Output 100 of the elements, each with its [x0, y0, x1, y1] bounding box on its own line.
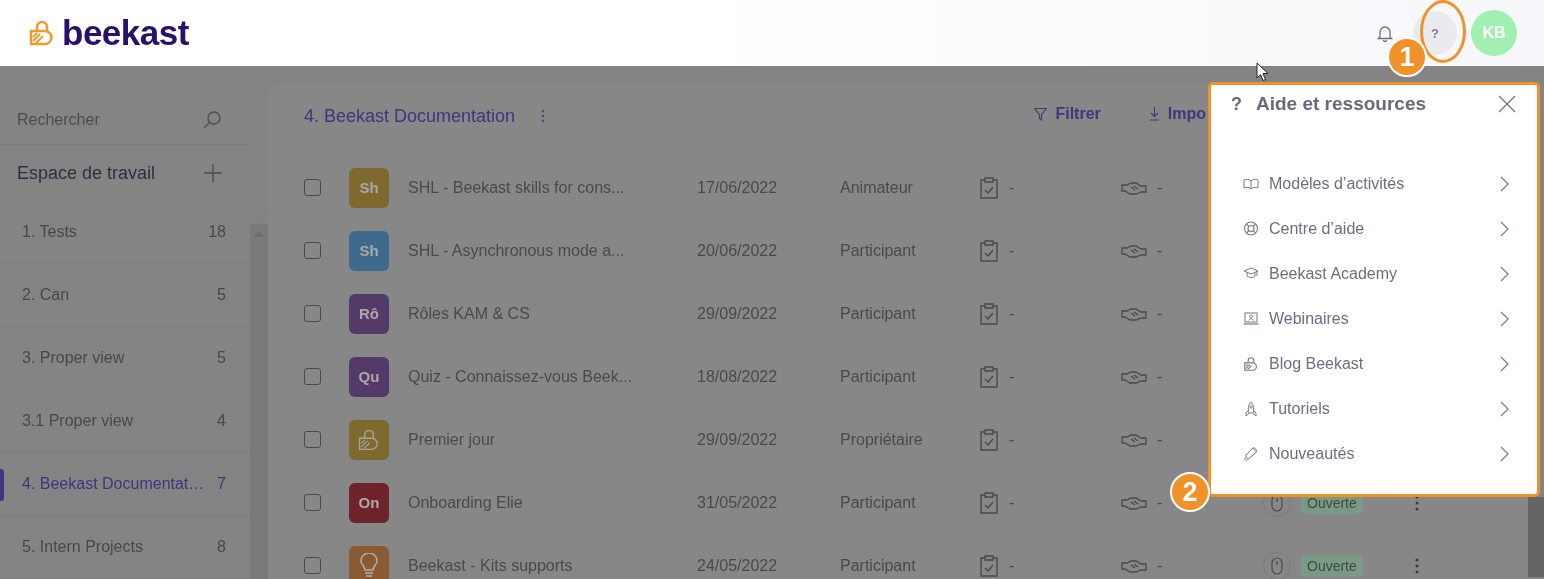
handshake-icon — [1121, 432, 1147, 447]
help-menu-item[interactable]: Webinaires — [1243, 296, 1509, 341]
help-title-icon: ? — [1231, 93, 1242, 115]
handshake-icon — [1121, 369, 1147, 384]
item-count: 7 — [217, 475, 226, 493]
clipboard-check-icon — [979, 428, 999, 451]
page-title: 4. Beekast Documentation — [304, 105, 516, 128]
activity-avatar: Rô — [349, 293, 389, 334]
user-avatar[interactable]: KB — [1471, 10, 1517, 56]
activity-name[interactable]: Quiz - Connaissez-vous Beek... — [408, 367, 697, 386]
activity-name[interactable]: Beekast - Kits supports — [408, 556, 697, 575]
participants-value: - — [1157, 367, 1163, 386]
activity-avatar: Sh — [349, 230, 389, 271]
row-checkbox[interactable] — [304, 179, 321, 196]
scrollbar-thumb[interactable] — [1528, 497, 1544, 577]
close-icon[interactable] — [1498, 95, 1516, 113]
activity-role: Propriétaire — [840, 430, 924, 449]
chevron-right-icon — [1500, 310, 1509, 327]
workspace-name: 3. Proper view — [22, 349, 126, 367]
activity-avatar: Qu — [349, 356, 389, 397]
activity-value: - — [1009, 241, 1015, 260]
activity-date: 20/06/2022 — [697, 241, 779, 260]
participants-value: - — [1157, 178, 1163, 197]
help-menu-item[interactable]: Beekast Academy — [1243, 251, 1509, 296]
row-checkbox[interactable] — [304, 431, 321, 448]
activity-value: - — [1009, 367, 1015, 386]
item-count: 18 — [208, 223, 226, 241]
activity-date: 29/09/2022 — [697, 304, 779, 323]
clipboard-check-icon — [979, 176, 999, 199]
bell-icon[interactable] — [1377, 24, 1393, 42]
activity-name[interactable]: Onboarding Elie — [408, 493, 697, 512]
item-count: 5 — [217, 349, 226, 367]
activity-date: 18/08/2022 — [697, 367, 779, 386]
search-field[interactable]: Rechercher — [17, 111, 202, 130]
more-icon[interactable] — [1415, 557, 1419, 574]
help-menu-item[interactable]: Tutoriels — [1243, 386, 1509, 431]
participants-value: - — [1157, 430, 1163, 449]
handshake-icon — [1121, 306, 1147, 321]
logo-icon — [357, 427, 381, 452]
chevron-right-icon — [1500, 400, 1509, 417]
help-menu-item[interactable]: Blog Beekast — [1243, 341, 1509, 386]
activity-date: 24/05/2022 — [697, 556, 779, 575]
activity-name[interactable]: Premier jour — [408, 430, 697, 449]
row-checkbox[interactable] — [304, 557, 321, 574]
activity-date: 17/06/2022 — [697, 178, 779, 197]
workspace-title: Espace de travail — [17, 162, 157, 184]
monitor-icon — [1243, 312, 1259, 325]
help-menu-item[interactable]: Modèles d’activités — [1243, 161, 1509, 206]
clipboard-check-icon — [979, 491, 999, 514]
activity-role: Animateur — [840, 178, 914, 197]
item-count: 8 — [217, 538, 226, 556]
activity-name[interactable]: SHL - Beekast skills for cons... — [408, 178, 697, 197]
activity-role: Participant — [840, 556, 917, 575]
lightbulb-icon — [360, 552, 378, 579]
filter-icon — [1034, 107, 1048, 121]
lifebuoy-icon — [1243, 221, 1259, 236]
workspace-name: 3.1 Proper view — [22, 412, 135, 430]
more-icon[interactable] — [541, 109, 546, 123]
activity-name[interactable]: SHL - Asynchronous mode a... — [408, 241, 697, 260]
add-icon[interactable] — [204, 164, 222, 183]
chevron-right-icon — [1500, 265, 1509, 282]
activity-value: - — [1009, 556, 1015, 575]
logo-wordmark[interactable]: beekast — [62, 13, 189, 53]
graduation-cap-icon — [1243, 267, 1259, 280]
row-checkbox[interactable] — [304, 368, 321, 385]
activity-role: Participant — [840, 367, 917, 386]
chevron-right-icon — [1500, 355, 1509, 372]
search-icon — [202, 110, 222, 131]
activity-avatar: Sh — [349, 167, 389, 208]
help-menu-item[interactable]: Centre d’aide — [1243, 206, 1509, 251]
workspace-name: 5. Intern Projects — [22, 538, 144, 556]
help-menu-item[interactable]: Nouveautés — [1243, 431, 1509, 476]
handshake-icon — [1121, 243, 1147, 258]
status-badge: Ouverte — [1301, 554, 1363, 577]
logo-icon — [1243, 355, 1259, 372]
clipboard-check-icon — [979, 302, 999, 325]
download-icon — [1148, 107, 1160, 121]
row-checkbox[interactable] — [304, 242, 321, 259]
row-checkbox[interactable] — [304, 305, 321, 322]
activity-avatar: On — [349, 482, 389, 523]
handshake-icon — [1121, 495, 1147, 510]
activity-role: Participant — [840, 241, 917, 260]
handshake-icon — [1121, 180, 1147, 195]
participants-value: - — [1157, 556, 1163, 575]
activity-value: - — [1009, 304, 1015, 323]
import-button[interactable]: Impo — [1148, 104, 1206, 124]
callout-badge: 1 — [1387, 37, 1427, 77]
participants-value: - — [1157, 304, 1163, 323]
participants-value: - — [1157, 493, 1163, 512]
panel-title: Aide et ressources — [1256, 93, 1428, 115]
activity-date: 31/05/2022 — [697, 493, 779, 512]
activity-value: - — [1009, 493, 1015, 512]
activity-date: 29/09/2022 — [697, 430, 779, 449]
activity-role: Participant — [840, 493, 917, 512]
activity-value: - — [1009, 178, 1015, 197]
participants-value: - — [1157, 241, 1163, 260]
row-checkbox[interactable] — [304, 494, 321, 511]
filter-button[interactable]: Filtrer — [1034, 104, 1101, 124]
activity-name[interactable]: Rôles KAM & CS — [408, 304, 697, 323]
workspace-name: 1. Tests — [22, 223, 78, 241]
